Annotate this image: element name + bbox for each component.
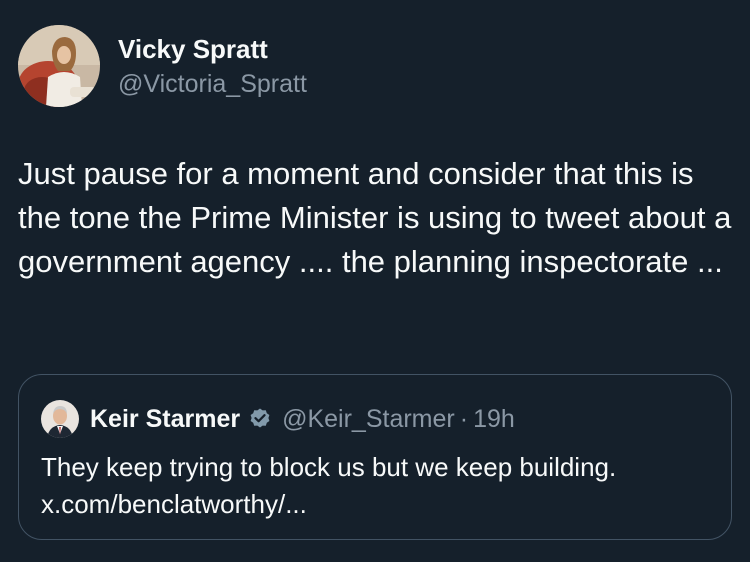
author-avatar-image [18, 25, 100, 107]
tweet-text: Just pause for a moment and consider tha… [18, 156, 732, 279]
quoted-author-avatar[interactable] [41, 400, 79, 438]
quoted-tweet-card[interactable]: Keir Starmer @Keir_Starmer · 19h They ke… [18, 374, 732, 540]
quoted-tweet-text: They keep trying to block us but we keep… [41, 449, 711, 523]
quoted-author-avatar-image [41, 400, 79, 438]
author-name[interactable]: Vicky Spratt [118, 33, 268, 65]
quoted-author-handle[interactable]: @Keir_Starmer [282, 405, 455, 434]
quoted-tweet-header: Keir Starmer @Keir_Starmer · 19h [41, 399, 515, 439]
quoted-tweet-body: They keep trying to block us but we keep… [41, 452, 617, 482]
quoted-tweet-timestamp[interactable]: 19h [473, 405, 515, 434]
author-handle[interactable]: @Victoria_Spratt [118, 68, 307, 100]
tweet[interactable]: Vicky Spratt @Victoria_Spratt Just pause… [0, 0, 750, 562]
author-avatar[interactable] [18, 25, 100, 107]
verified-badge-icon [250, 408, 270, 428]
separator-dot: · [459, 404, 469, 433]
quoted-author-name[interactable]: Keir Starmer [90, 405, 240, 434]
quoted-tweet-link[interactable]: x.com/benclatworthy/... [41, 486, 711, 523]
